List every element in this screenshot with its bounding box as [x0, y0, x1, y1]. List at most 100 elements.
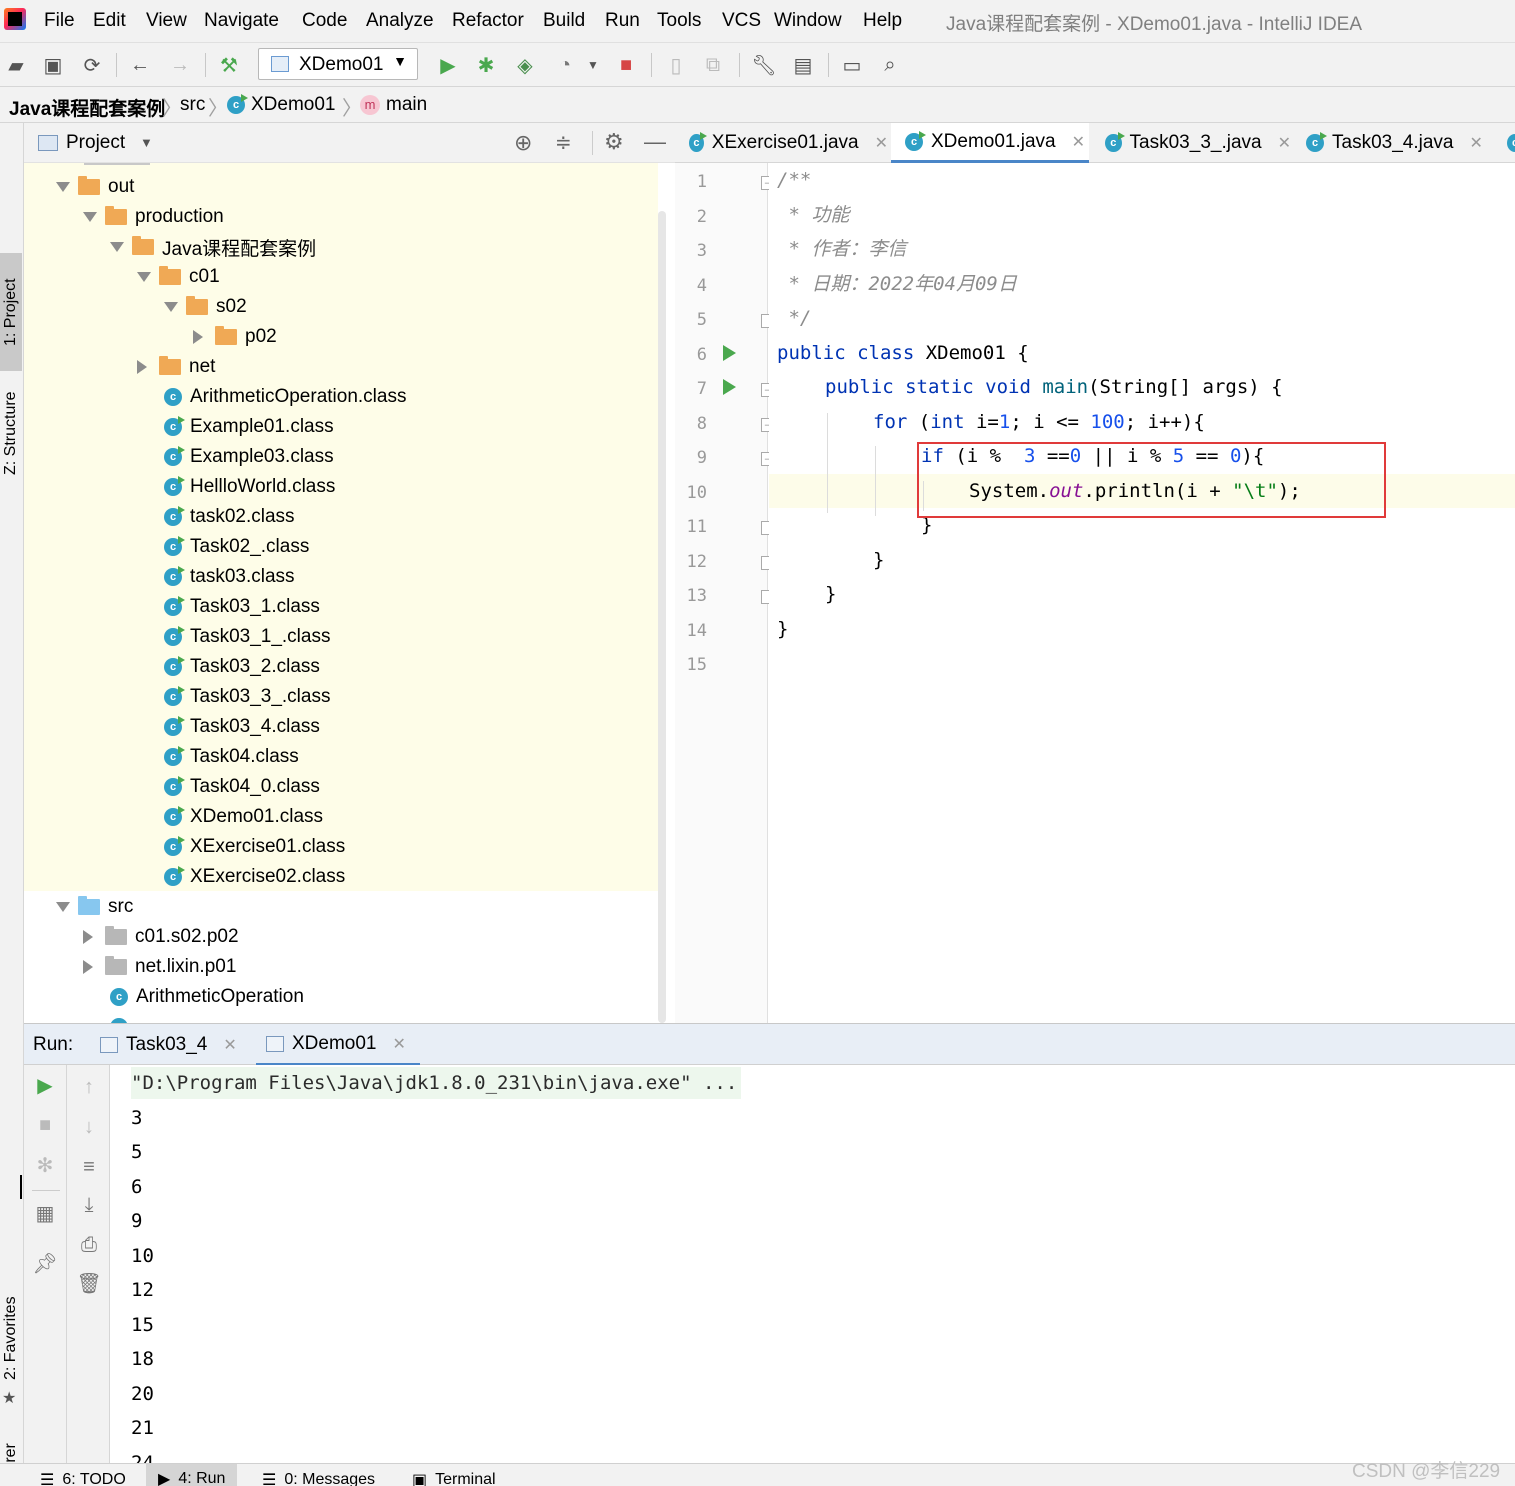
close-icon[interactable]: ✕ — [393, 1034, 406, 1054]
collapse-all-icon[interactable]: ≑ — [555, 130, 572, 155]
rerun-icon[interactable]: ▶ — [33, 1073, 57, 1097]
expand-arrow-icon[interactable] — [137, 272, 151, 282]
menu-file[interactable]: File — [44, 10, 75, 32]
tree-item-java-class[interactable]: c ArithmeticOperation — [110, 982, 304, 1012]
menu-code[interactable]: Code — [302, 10, 347, 32]
tree-item-project-output[interactable]: Java课程配套案例 — [110, 232, 316, 262]
expand-arrow-icon[interactable] — [56, 182, 70, 192]
vcs-icon[interactable]: ⧉ — [701, 53, 725, 77]
restore-layout-icon[interactable]: ✻ — [33, 1153, 57, 1177]
coverage-icon[interactable]: ◈ — [513, 53, 537, 77]
menu-analyze[interactable]: Analyze — [366, 10, 434, 32]
menu-refactor[interactable]: Refactor — [452, 10, 524, 32]
tree-item-class-file[interactable]: c Task03_1.class — [164, 592, 320, 622]
profile-icon[interactable]: ◔ — [553, 53, 577, 77]
run-gutter-icon[interactable] — [723, 379, 736, 395]
tree-scrollbar[interactable] — [658, 211, 666, 1023]
breadcrumb-class[interactable]: c XDemo01 — [227, 94, 336, 116]
tree-item-class-file[interactable]: c ArithmeticOperation.class — [164, 382, 406, 412]
chevron-down-icon[interactable]: ▼ — [581, 53, 605, 77]
arrow-down-icon[interactable]: ↓ — [77, 1115, 101, 1139]
tree-item-class-file[interactable]: c HellloWorld.class — [164, 472, 335, 502]
menu-navigate[interactable]: Navigate — [204, 10, 279, 32]
print-icon[interactable]: ⎙ — [77, 1233, 101, 1257]
tree-item-s02[interactable]: s02 — [164, 292, 247, 322]
run-console-output[interactable]: "D:\Program Files\Java\jdk1.8.0_231\bin\… — [111, 1065, 1515, 1463]
tab-overflow[interactable]: c — [1493, 123, 1515, 163]
tree-item-net[interactable]: net — [137, 352, 215, 382]
run-configuration-select[interactable]: XDemo01 ▼ — [258, 48, 418, 80]
tab-xdemo01[interactable]: c XDemo01.java ✕ — [891, 123, 1089, 163]
terminal-window-icon[interactable]: ▭ — [840, 53, 864, 77]
arrow-up-icon[interactable]: ↑ — [77, 1075, 101, 1099]
menu-vcs[interactable]: VCS — [722, 10, 761, 32]
menu-tools[interactable]: Tools — [657, 10, 701, 32]
tree-item-production[interactable]: production — [83, 202, 224, 232]
collapse-arrow-icon[interactable] — [83, 930, 93, 944]
attach-debugger-icon[interactable]: ▯ — [664, 53, 688, 77]
tree-item-class-file[interactable]: c Task02_.class — [164, 532, 309, 562]
hide-panel-icon[interactable]: — — [644, 129, 666, 155]
open-folder-icon[interactable]: ▰ — [4, 53, 28, 77]
save-icon[interactable]: ▣ — [41, 53, 65, 77]
menu-edit[interactable]: Edit — [93, 10, 126, 32]
settings-wrench-icon[interactable]: 🔧︎ — [751, 53, 776, 77]
layout-icon[interactable]: ▦ — [33, 1201, 57, 1225]
project-panel-title[interactable]: Project — [66, 132, 125, 154]
menu-help[interactable]: Help — [863, 10, 902, 32]
tree-item-class-file[interactable]: c XExercise01.class — [164, 832, 345, 862]
sync-icon[interactable]: ⟳ — [80, 53, 104, 77]
run-tab-task03-4[interactable]: Task03_4 ✕ — [90, 1024, 240, 1066]
chevron-down-icon[interactable]: ▼ — [140, 135, 153, 150]
collapse-arrow-icon[interactable] — [137, 360, 147, 374]
tool-tab-structure[interactable]: Z: Structure — [0, 388, 22, 478]
collapse-arrow-icon[interactable] — [193, 330, 203, 344]
tool-tab-favorites[interactable]: 2: Favorites — [0, 1293, 22, 1383]
tab-task03-3[interactable]: c Task03_3_.java ✕ — [1091, 123, 1291, 163]
tree-item-class-file[interactable]: c Example01.class — [164, 412, 334, 442]
menu-window[interactable]: Window — [774, 10, 842, 32]
expand-arrow-icon[interactable] — [164, 302, 178, 312]
tree-item-class-file[interactable]: c task03.class — [164, 562, 295, 592]
tool-tab-project[interactable]: 1: Project — [0, 253, 22, 371]
close-icon[interactable]: ✕ — [1072, 132, 1085, 152]
close-icon[interactable]: ✕ — [875, 133, 888, 153]
gear-icon[interactable]: ⚙ — [604, 129, 624, 155]
tree-item-package[interactable]: net.lixin.p01 — [83, 952, 236, 982]
tree-item-src[interactable]: src — [56, 892, 133, 922]
menu-view[interactable]: View — [146, 10, 187, 32]
breadcrumb-src[interactable]: src — [180, 94, 205, 116]
debug-icon[interactable]: ✱ — [474, 53, 498, 77]
tab-xexercise01[interactable]: c XExercise01.java ✕ — [675, 123, 888, 163]
scroll-to-end-icon[interactable]: ⤓ — [77, 1193, 101, 1217]
close-icon[interactable]: ✕ — [223, 1035, 236, 1055]
expand-arrow-icon[interactable] — [56, 902, 70, 912]
tree-item-class-file[interactable]: c XDemo01.class — [164, 802, 323, 832]
bottom-tab-todo[interactable]: ☰ 6: TODO — [40, 1470, 126, 1486]
tree-item-package[interactable]: c01.s02.p02 — [83, 922, 239, 952]
tree-item-out[interactable]: out — [56, 172, 134, 202]
run-icon[interactable]: ▶ — [436, 53, 460, 77]
tree-item-class-file[interactable]: c Task03_3_.class — [164, 682, 330, 712]
collapse-arrow-icon[interactable] — [83, 960, 93, 974]
tree-item-class-file[interactable]: c task02.class — [164, 502, 295, 532]
close-icon[interactable]: ✕ — [1278, 133, 1291, 153]
build-hammer-icon[interactable]: ⚒ — [217, 53, 241, 77]
forward-icon[interactable]: → — [168, 53, 192, 77]
stop-icon[interactable]: ■ — [614, 53, 638, 77]
tree-item-class-file[interactable]: c XExercise02.class — [164, 862, 345, 892]
tree-item-class-file[interactable]: c Task03_4.class — [164, 712, 320, 742]
tree-item-class-file[interactable]: c Task03_1_.class — [164, 622, 330, 652]
tree-item-class-file[interactable]: c Task03_2.class — [164, 652, 320, 682]
bottom-tab-messages[interactable]: ☰ 0: Messages — [262, 1470, 375, 1486]
expand-arrow-icon[interactable] — [110, 242, 124, 252]
menu-run[interactable]: Run — [605, 10, 640, 32]
code-editor[interactable]: /** * 功能 * 作者：李信 * 日期：2022年04月09日 */ pub… — [769, 163, 1515, 1023]
pin-icon[interactable]: 📌︎ — [32, 1251, 57, 1275]
tree-item-class-file[interactable]: c Task04_0.class — [164, 772, 320, 802]
tree-item-class-file[interactable]: c Example03.class — [164, 442, 334, 472]
project-structure-icon[interactable]: ▤ — [791, 53, 815, 77]
locate-crosshair-icon[interactable]: ⊕ — [514, 130, 532, 156]
soft-wrap-icon[interactable]: ≡ — [77, 1155, 101, 1179]
bottom-tab-run[interactable]: ▶ 4: Run — [146, 1464, 238, 1486]
